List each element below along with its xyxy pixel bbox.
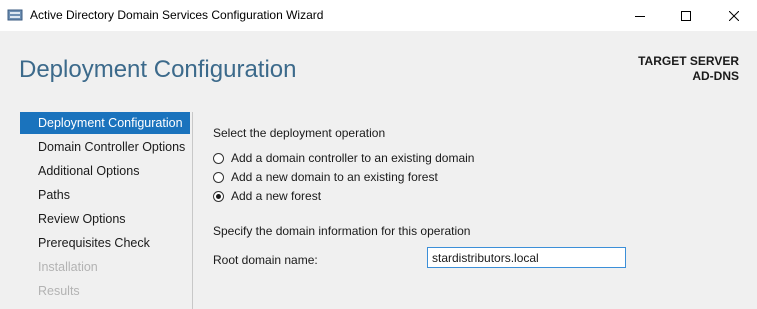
maximize-icon (681, 10, 691, 21)
window-title: Active Directory Domain Services Configu… (30, 8, 324, 22)
title-bar: Active Directory Domain Services Configu… (0, 0, 757, 31)
nav-item-review-options[interactable]: Review Options (20, 208, 190, 230)
option-new-domain-label: Add a new domain to an existing forest (231, 170, 438, 184)
radio-existing-domain[interactable] (213, 152, 224, 164)
nav-item-prerequisites-check[interactable]: Prerequisites Check (20, 232, 190, 254)
minimize-icon (635, 15, 645, 17)
option-new-forest[interactable]: Add a new forest (213, 188, 321, 204)
root-domain-input[interactable] (427, 247, 626, 268)
radio-new-domain[interactable] (213, 171, 224, 183)
option-new-forest-label: Add a new forest (231, 189, 322, 203)
operation-heading: Select the deployment operation (213, 126, 386, 140)
option-existing-domain[interactable]: Add a domain controller to an existing d… (213, 150, 474, 166)
radio-new-forest[interactable] (213, 190, 224, 202)
target-server-label: TARGET SERVER (638, 54, 739, 68)
page-title: Deployment Configuration (19, 56, 297, 83)
server-wizard-icon (7, 8, 23, 22)
nav-item-paths[interactable]: Paths (20, 184, 190, 206)
option-new-domain[interactable]: Add a new domain to an existing forest (213, 169, 438, 185)
nav-item-deployment-configuration[interactable]: Deployment Configuration (20, 112, 190, 134)
root-domain-label: Root domain name: (213, 253, 318, 267)
close-icon (729, 10, 739, 21)
nav-item-results: Results (38, 284, 80, 298)
nav-item-additional-options[interactable]: Additional Options (20, 160, 190, 182)
option-existing-domain-label: Add a domain controller to an existing d… (231, 151, 475, 165)
minimize-button[interactable] (617, 0, 663, 31)
close-button[interactable] (711, 0, 757, 31)
maximize-button[interactable] (663, 0, 709, 31)
domain-info-heading: Specify the domain information for this … (213, 224, 471, 238)
nav-item-domain-controller-options[interactable]: Domain Controller Options (20, 136, 190, 158)
target-server-name: AD-DNS (692, 69, 739, 83)
wizard-nav: Deployment Configuration Domain Controll… (20, 112, 193, 309)
nav-item-installation: Installation (38, 260, 98, 274)
